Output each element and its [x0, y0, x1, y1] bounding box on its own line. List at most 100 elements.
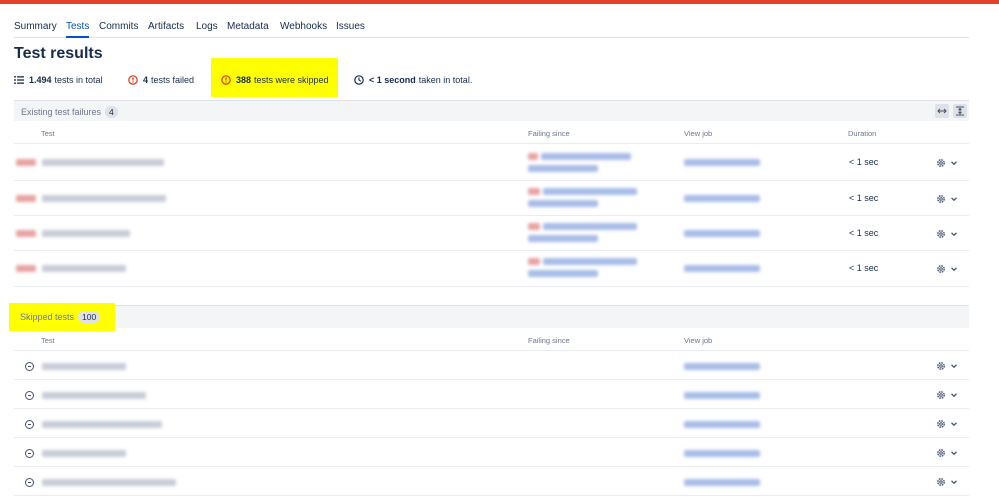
failing-since-blurred[interactable]: [528, 165, 598, 172]
test-name-blurred[interactable]: [42, 195, 166, 202]
gear-icon: [937, 265, 945, 273]
gear-icon: [937, 362, 945, 370]
summary-skipped: 388 tests were skipped: [221, 75, 329, 85]
duration-label: taken in total.: [418, 75, 473, 85]
row-actions-button[interactable]: [936, 228, 960, 240]
failing-since-blurred[interactable]: [543, 258, 637, 265]
row-actions-button[interactable]: [936, 389, 960, 401]
test-status-blurred: [16, 230, 36, 237]
expand-all-button[interactable]: [953, 104, 967, 118]
gear-icon: [937, 478, 945, 486]
divider: [14, 180, 969, 181]
expand-icon: [956, 106, 964, 116]
row-actions-button[interactable]: [936, 157, 960, 169]
test-name-blurred[interactable]: [42, 421, 162, 428]
divider: [14, 250, 969, 251]
row-actions-button[interactable]: [936, 360, 960, 372]
failing-since-blurred[interactable]: [528, 235, 598, 242]
clock-icon: [354, 75, 364, 85]
col-test: Test: [41, 336, 55, 345]
error-icon: [221, 75, 231, 85]
tab-summary[interactable]: Summary: [14, 21, 57, 32]
skipped-count-badge: 100: [78, 311, 101, 323]
gear-icon: [937, 159, 945, 167]
failing-since-blurred[interactable]: [543, 223, 637, 230]
failed-label: tests failed: [151, 75, 195, 85]
error-icon: [128, 75, 138, 85]
duration-cell: < 1 sec: [849, 263, 879, 273]
test-status-blurred: [16, 159, 36, 166]
tab-metadata[interactable]: Metadata: [227, 21, 269, 32]
failing-since-blurred[interactable]: [541, 153, 631, 160]
total-count: 1.494: [29, 75, 52, 85]
chevron-down-icon: [951, 393, 957, 398]
col-failing-since: Failing since: [528, 336, 570, 345]
divider: [14, 379, 969, 380]
divider: [14, 437, 969, 438]
view-job-link-blurred[interactable]: [684, 450, 760, 457]
tab-logs[interactable]: Logs: [196, 21, 218, 32]
view-job-link-blurred[interactable]: [684, 230, 760, 237]
failing-since-blurred[interactable]: [543, 188, 637, 195]
skipped-section-header: [14, 305, 969, 328]
duration-cell: < 1 sec: [849, 228, 879, 238]
summary-failed: 4 tests failed: [128, 75, 194, 85]
view-job-link-blurred[interactable]: [684, 159, 760, 166]
view-job-link-blurred[interactable]: [684, 392, 760, 399]
row-actions-button[interactable]: [936, 263, 960, 275]
chevron-down-icon: [951, 197, 957, 202]
failing-since-blurred[interactable]: [528, 200, 598, 207]
test-status-blurred: [16, 265, 36, 272]
test-name-blurred[interactable]: [42, 363, 126, 370]
row-actions-button[interactable]: [936, 193, 960, 205]
chevron-down-icon: [951, 451, 957, 456]
divider: [14, 143, 969, 144]
gear-icon: [937, 449, 945, 457]
skipped-count: 388: [236, 75, 252, 85]
tab-issues[interactable]: Issues: [336, 21, 365, 32]
test-name-blurred[interactable]: [42, 159, 164, 166]
failing-since-marker-blurred: [528, 153, 538, 160]
test-name-blurred[interactable]: [42, 265, 126, 272]
view-job-link-blurred[interactable]: [684, 195, 760, 202]
collapse-icon: [937, 108, 947, 114]
view-job-link-blurred[interactable]: [684, 363, 760, 370]
row-actions-button[interactable]: [936, 418, 960, 430]
chevron-down-icon: [951, 161, 957, 166]
divider: [14, 215, 969, 216]
row-actions-button[interactable]: [936, 476, 960, 488]
divider: [14, 495, 969, 496]
test-name-blurred[interactable]: [42, 230, 130, 237]
col-view-job: View job: [684, 129, 713, 138]
tab-webhooks[interactable]: Webhooks: [280, 21, 327, 32]
view-job-link-blurred[interactable]: [684, 421, 760, 428]
view-job-link-blurred[interactable]: [684, 479, 760, 486]
divider: [14, 286, 969, 287]
duration-cell: < 1 sec: [849, 157, 879, 167]
gear-icon: [937, 230, 945, 238]
col-test: Test: [41, 129, 55, 138]
skip-icon: [25, 420, 34, 429]
summary-total: 1.494 tests in total: [14, 75, 103, 85]
skipped-section-title: Skipped tests 100: [20, 311, 101, 323]
list-icon: [14, 75, 24, 85]
failing-since-marker-blurred: [528, 188, 540, 195]
failures-count-badge: 4: [105, 106, 118, 118]
tab-tests[interactable]: Tests: [66, 21, 90, 38]
test-name-blurred[interactable]: [42, 450, 126, 457]
failing-since-marker-blurred: [528, 258, 540, 265]
test-name-blurred[interactable]: [42, 479, 176, 486]
failures-section-title: Existing test failures 4: [21, 106, 118, 118]
collapse-all-button[interactable]: [935, 104, 949, 118]
failed-count: 4: [143, 75, 149, 85]
failing-since-blurred[interactable]: [528, 270, 598, 277]
duration-cell: < 1 sec: [849, 193, 879, 203]
view-job-link-blurred[interactable]: [684, 265, 760, 272]
tab-commits[interactable]: Commits: [99, 21, 138, 32]
test-name-blurred[interactable]: [42, 392, 146, 399]
tab-artifacts[interactable]: Artifacts: [148, 21, 184, 32]
row-actions-button[interactable]: [936, 447, 960, 459]
skipped-label: tests were skipped: [254, 75, 329, 85]
brand-bar: [0, 0, 999, 4]
chevron-down-icon: [951, 267, 957, 272]
